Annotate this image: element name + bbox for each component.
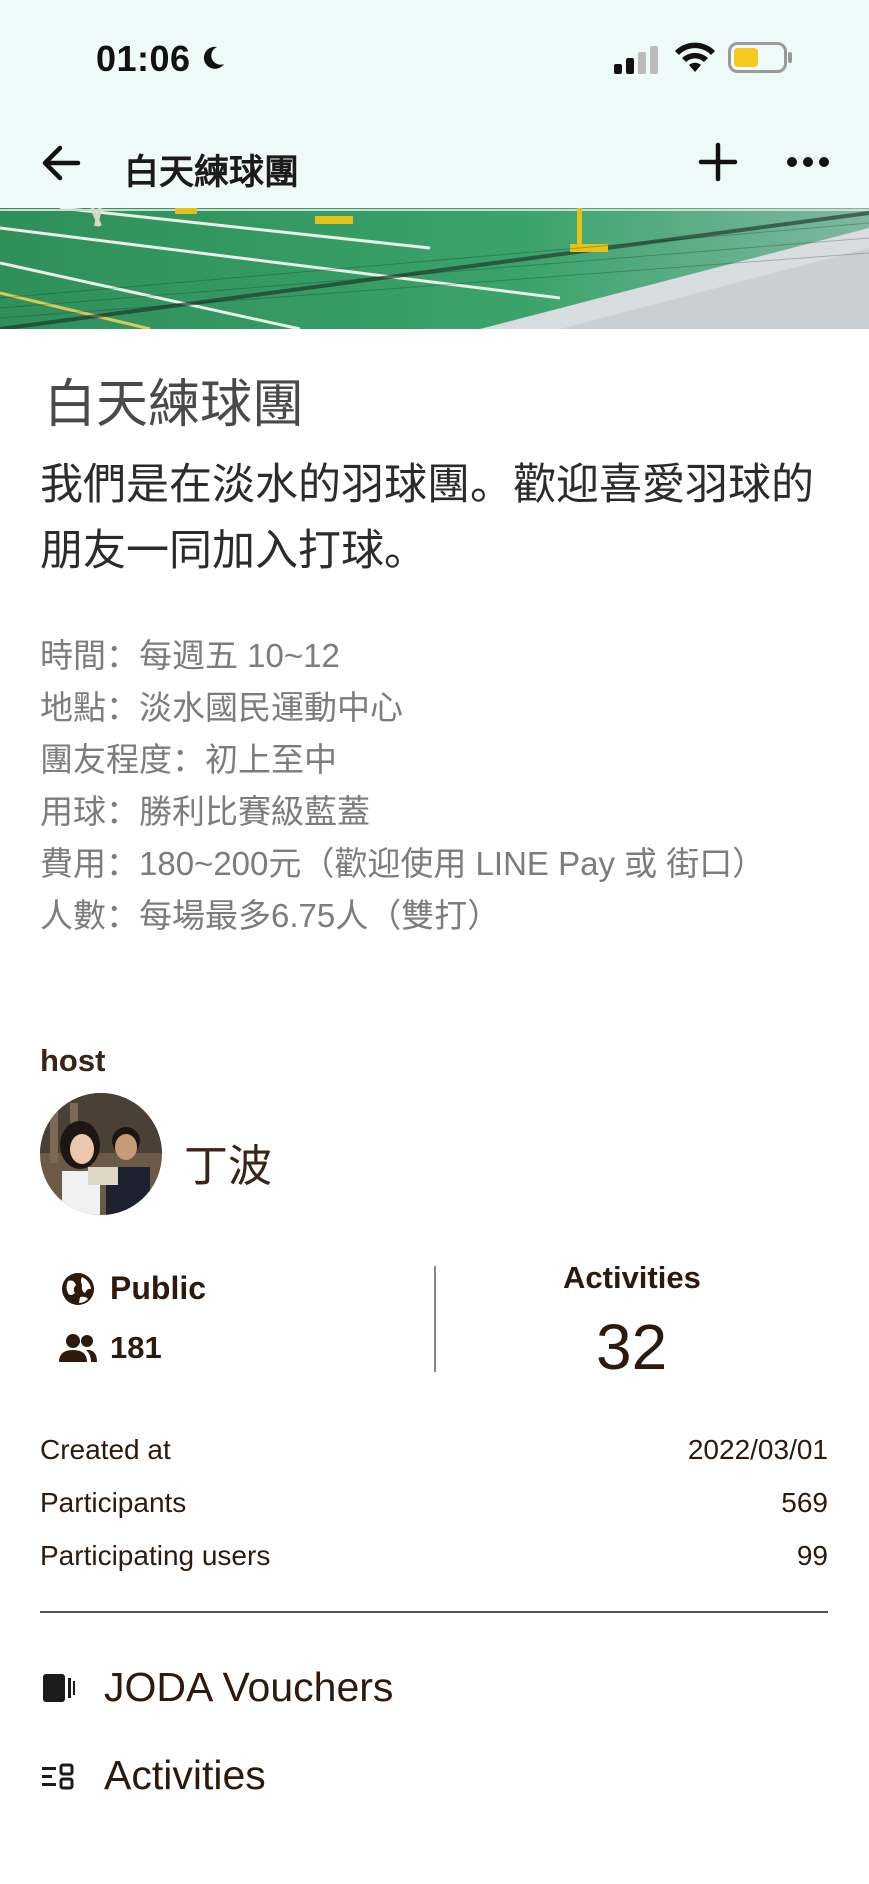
group-name: 白天練球團 — [44, 376, 305, 434]
group-description: 我們是在淡水的羽球團。歡迎喜愛羽球的朋友一同加入打球。 — [40, 461, 814, 575]
menu-label: JODA Vouchers — [104, 1664, 394, 1710]
menu-item-activities[interactable]: Activities — [40, 1752, 266, 1799]
voucher-icon — [43, 1673, 75, 1702]
stat-value: 569 — [781, 1487, 828, 1518]
globe-icon — [62, 1272, 94, 1305]
stat-participants: Participants 569 — [40, 1487, 828, 1519]
summary-divider — [434, 1266, 436, 1372]
detail-headcount: 人數：每場最多6.75人（雙打） — [40, 897, 501, 934]
add-icon[interactable] — [698, 142, 738, 182]
status-time: 01:06 — [96, 38, 191, 79]
stat-label: Created at — [40, 1434, 171, 1465]
back-arrow-icon[interactable] — [38, 140, 84, 186]
detail-fee: 費用：180~200元（歡迎使用 LINE Pay 或 街口） — [40, 845, 766, 882]
host-name[interactable]: 丁波 — [184, 1130, 272, 1194]
cover-image — [0, 208, 869, 329]
menu-label: Activities — [104, 1752, 266, 1798]
moon-icon — [203, 46, 224, 69]
stat-label: Participating users — [40, 1540, 271, 1571]
detail-location: 地點：淡水國民運動中心 — [40, 689, 403, 726]
detail-time: 時間：每週五 10~12 — [40, 637, 340, 674]
host-avatar[interactable] — [40, 1093, 162, 1215]
menu-item-vouchers[interactable]: JODA Vouchers — [40, 1664, 393, 1711]
privacy-status: Public — [60, 1270, 206, 1307]
detail-shuttlecock: 用球：勝利比賽級藍蓋 — [40, 793, 370, 830]
section-divider — [40, 1611, 828, 1613]
battery-icon — [728, 42, 792, 73]
wifi-icon — [675, 42, 715, 72]
members-icon — [59, 1334, 97, 1362]
activity-list-icon — [42, 1763, 74, 1789]
detail-level: 團友程度：初上至中 — [40, 741, 337, 778]
top-bar: 01:06 白天練球團 — [0, 0, 869, 208]
privacy-label: Public — [110, 1270, 207, 1306]
stat-value: 2022/03/01 — [687, 1434, 828, 1465]
stat-label: Participants — [40, 1487, 187, 1518]
stat-created-at: Created at 2022/03/01 — [40, 1434, 828, 1466]
nav-title: 白天練球團 — [124, 153, 300, 192]
members-count-row[interactable]: 181 — [58, 1330, 162, 1366]
stat-value: 99 — [796, 1540, 828, 1571]
cellular-signal-icon — [614, 46, 658, 74]
stat-participating-users: Participating users 99 — [40, 1540, 828, 1572]
activities-label: Activities — [563, 1260, 701, 1295]
host-label: host — [40, 1043, 106, 1078]
group-details: 時間：每週五 10~12 地點：淡水國民運動中心 團友程度：初上至中 用球：勝利… — [40, 630, 800, 942]
members-count: 181 — [110, 1330, 162, 1365]
activities-count[interactable]: 32 — [596, 1310, 667, 1384]
more-options-icon[interactable] — [786, 154, 830, 170]
